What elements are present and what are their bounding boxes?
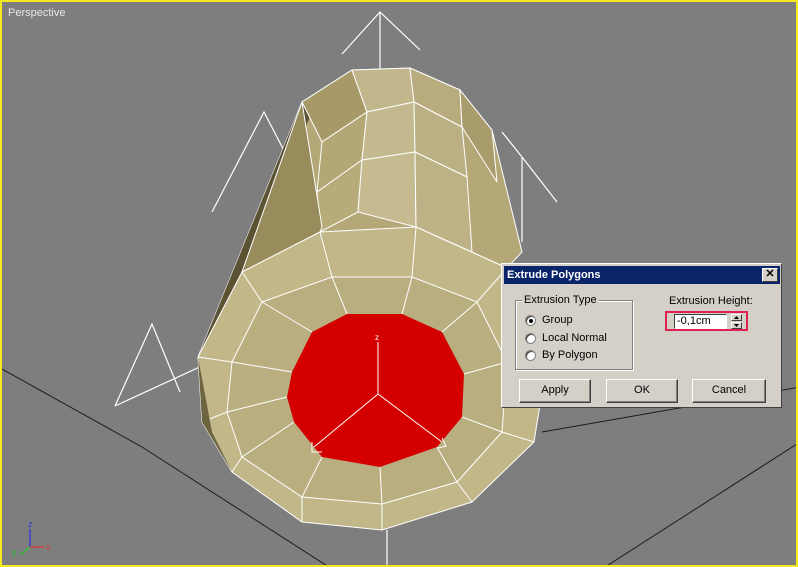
spinner-up-button[interactable] bbox=[731, 314, 742, 321]
radio-local-normal-button[interactable] bbox=[525, 333, 536, 344]
dialog-titlebar[interactable]: Extrude Polygons ✕ bbox=[504, 266, 780, 284]
dialog-title: Extrude Polygons bbox=[507, 269, 601, 281]
extrusion-height-input[interactable]: -0,1cm bbox=[674, 314, 727, 329]
extrusion-height-spinner[interactable] bbox=[731, 314, 742, 329]
radio-local-normal-label[interactable]: Local Normal bbox=[542, 332, 607, 344]
radio-group-button[interactable] bbox=[525, 315, 536, 326]
viewport-label[interactable]: Perspective bbox=[8, 7, 65, 19]
svg-text:x: x bbox=[46, 542, 51, 552]
radio-by-polygon-label[interactable]: By Polygon bbox=[542, 349, 598, 361]
arrow-down-icon bbox=[734, 324, 739, 327]
radio-by-polygon-button[interactable] bbox=[525, 350, 536, 361]
spinner-down-button[interactable] bbox=[731, 322, 742, 329]
arrow-up-icon bbox=[734, 316, 739, 319]
cancel-button[interactable]: Cancel bbox=[692, 379, 766, 403]
extrude-polygons-dialog: Extrude Polygons ✕ Extrusion Type Group … bbox=[501, 263, 782, 408]
close-icon: ✕ bbox=[765, 268, 775, 280]
extrusion-type-legend: Extrusion Type bbox=[522, 294, 599, 306]
close-button[interactable]: ✕ bbox=[762, 268, 778, 282]
svg-text:z: z bbox=[375, 333, 379, 342]
svg-text:z: z bbox=[28, 519, 33, 529]
svg-text:y: y bbox=[12, 547, 17, 557]
extrusion-height-label: Extrusion Height: bbox=[669, 295, 753, 307]
apply-button[interactable]: Apply bbox=[519, 379, 591, 403]
radio-group-label[interactable]: Group bbox=[542, 314, 573, 326]
axis-tripod-icon: z x y bbox=[12, 519, 51, 557]
ok-button[interactable]: OK bbox=[606, 379, 678, 403]
